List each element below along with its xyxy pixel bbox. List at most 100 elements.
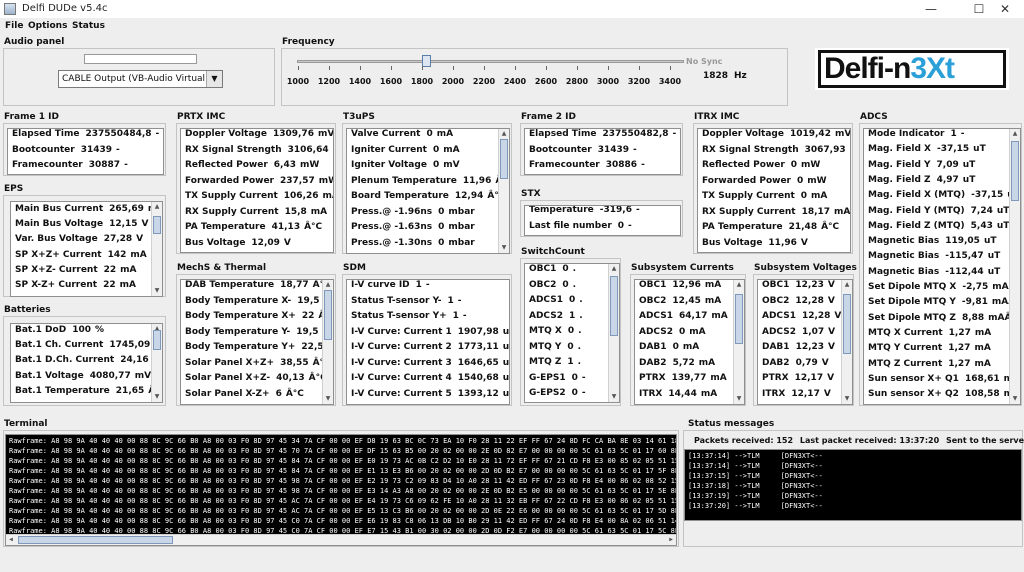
scrollbar-thumb[interactable]	[153, 330, 161, 350]
item-unit: uT	[973, 144, 986, 155]
scroll-down-icon[interactable]: ▼	[609, 392, 619, 402]
batteries-list[interactable]: Bat.1 DoD100%Bat.1 Ch. Current1745,09mAB…	[10, 323, 163, 403]
scroll-down-icon[interactable]: ▼	[152, 392, 162, 402]
mechs-scrollbar[interactable]: ▲ ▼	[322, 280, 333, 404]
list-item: Bootcounter 31439-	[12, 145, 120, 159]
scroll-down-icon[interactable]: ▼	[499, 243, 509, 253]
list-item: Mag. Field X (MTQ)-37,15uT	[868, 190, 1020, 204]
adcs-title: ADCS	[860, 112, 888, 122]
terminal-horizontal-scrollbar[interactable]: ◀ ▶	[6, 534, 676, 545]
itrx-list[interactable]: Doppler Voltage 1019,42 mV RX Signal Streng…	[697, 128, 851, 253]
switchcount-list[interactable]: OBC1 0. OBC2 0. ADCS1 0. ADCS2 1. MTQ X 0. MTQ Y 0.…	[524, 263, 620, 403]
adcs-list[interactable]: Mode Indicator 1- Mag. Field X -37,15 uT Mag.…	[863, 128, 1021, 405]
subvoltages-scrollbar[interactable]: ▲ ▼	[841, 280, 852, 404]
menu-file[interactable]: File	[5, 21, 23, 31]
scrollbar-thumb[interactable]	[153, 216, 161, 234]
item-unit: mbar	[448, 222, 475, 232]
scroll-up-icon[interactable]: ▲	[842, 280, 852, 290]
item-value: 108,58	[964, 389, 1000, 400]
close-button[interactable]: ✕	[984, 0, 1024, 18]
scroll-up-icon[interactable]: ▲	[1010, 129, 1020, 139]
t3ups-scrollbar[interactable]: ▲ ▼	[498, 129, 509, 253]
t3ups-title: T3uPS	[343, 112, 375, 122]
item-label: Bus Voltage	[702, 237, 763, 248]
scroll-right-icon[interactable]: ▶	[666, 535, 676, 545]
adcs-scrollbar[interactable]: ▲ ▼	[1009, 129, 1020, 404]
item-value: 0	[562, 264, 569, 274]
audio-device-select[interactable]: CABLE Output (VB-Audio Virtual ▼	[58, 70, 223, 88]
sdm-list[interactable]: I-V curve ID 1- Status T-sensor Y- 1- Status…	[346, 279, 510, 405]
item-unit: mA	[704, 295, 722, 306]
item-value: 0	[432, 144, 440, 155]
item-label: PA Temperature	[702, 222, 783, 232]
scrollbar-thumb[interactable]	[843, 294, 851, 354]
prtx-list[interactable]: Doppler Voltage 1309,76 mV RX Signal Streng…	[180, 128, 334, 253]
scroll-up-icon[interactable]: ▲	[152, 202, 162, 212]
subcurrents-scrollbar[interactable]: ▲ ▼	[733, 280, 744, 404]
scroll-left-icon[interactable]: ◀	[6, 535, 16, 545]
item-label: Igniter Voltage	[351, 160, 427, 170]
switchcount-scrollbar[interactable]: ▲ ▼	[608, 264, 619, 402]
eps-list[interactable]: Main Bus Current 265,69 mA Main Bus Voltage…	[10, 201, 163, 297]
frame1-panel: Frame 1 ID Elapsed Time 237550484,8- Bootco…	[3, 112, 166, 176]
scroll-down-icon[interactable]: ▼	[1010, 394, 1020, 404]
frequency-slider-track[interactable]	[297, 60, 684, 63]
menu-status[interactable]: Status	[72, 21, 105, 31]
item-unit: %	[94, 325, 105, 335]
list-item: Reflected Power 0 mW	[702, 160, 820, 174]
scrollbar-thumb[interactable]	[18, 536, 173, 544]
item-label: Body Temperature Y-	[185, 326, 291, 337]
minimize-button[interactable]: —	[910, 0, 952, 18]
list-item: Reflected Power 6,43 mW	[185, 160, 319, 174]
item-unit: -	[425, 280, 430, 290]
item-value: 1	[452, 311, 459, 321]
scrollbar-thumb[interactable]	[735, 294, 743, 344]
frame2-list[interactable]: Elapsed Time 237550482,8- Bootcounter 31439…	[524, 128, 681, 175]
status-panel: Status messages Packets received: 152 La…	[683, 419, 1024, 547]
item-value: 1,07	[801, 326, 825, 337]
frame1-list[interactable]: Elapsed Time 237550484,8- Bootcounter 31439…	[7, 128, 164, 175]
scroll-down-icon[interactable]: ▼	[323, 394, 333, 404]
scrollbar-thumb[interactable]	[324, 290, 332, 340]
item-unit: mV	[834, 129, 851, 139]
scroll-up-icon[interactable]: ▲	[499, 129, 509, 139]
item-label: Solar Panel X+Z+	[185, 357, 275, 368]
item-value: 14,44	[668, 388, 697, 399]
item-value: 6	[275, 388, 282, 399]
stx-list[interactable]: Temperature -319,6- Last file number 0-	[524, 205, 681, 236]
scrollbar-thumb[interactable]	[610, 276, 618, 336]
mechs-list[interactable]: DAB Temperature 18,77 Â°C Body Temperature …	[180, 279, 334, 405]
scrollbar-thumb[interactable]	[500, 139, 508, 179]
scrollbar-thumb[interactable]	[1011, 141, 1019, 201]
scroll-down-icon[interactable]: ▼	[842, 394, 852, 404]
item-value: 64,17	[678, 311, 708, 321]
item-label: I-V Curve: Current 5	[351, 388, 452, 399]
last-packet-value: 13:37:20	[899, 436, 940, 445]
terminal-output[interactable]: Rawframe: A8 98 9A 40 40 40 00 88 8C 9C …	[5, 434, 677, 546]
scroll-up-icon[interactable]: ▲	[323, 280, 333, 290]
scroll-down-icon[interactable]: ▼	[152, 286, 162, 296]
subvoltages-list[interactable]: OBC1 12,23 V OBC2 12,28 V ADCS1 12,28 V ADCS2 1,07…	[757, 279, 853, 405]
scroll-down-icon[interactable]: ▼	[734, 394, 744, 404]
item-unit: uT	[962, 174, 976, 185]
item-unit: .	[577, 357, 582, 367]
status-log[interactable]: [13:37:14] -->TLM [DFN3XT<-- [13:37:14] -…	[684, 449, 1022, 521]
switchcount-title: SwitchCount	[521, 247, 585, 257]
item-value: -112,44	[945, 266, 984, 277]
item-value: 0	[438, 206, 445, 217]
scroll-up-icon[interactable]: ▲	[609, 264, 619, 274]
list-item: Bat.1 D.Ch. Current24,16mA	[15, 355, 162, 369]
t3ups-list[interactable]: Valve Current 0 mA Igniter Current 0 mA Ignite…	[346, 128, 510, 254]
batteries-scrollbar[interactable]: ▲ ▼	[151, 324, 162, 402]
item-label: Framecounter	[529, 160, 600, 170]
chevron-down-icon[interactable]: ▼	[206, 71, 222, 87]
item-unit: -	[635, 205, 640, 215]
subcurrents-list[interactable]: OBC1 12,96 mA OBC2 12,45 mA ADCS1 64,17 mA ADCS2 0…	[634, 279, 745, 405]
batteries-title: Batteries	[4, 305, 51, 315]
frequency-slider-thumb[interactable]	[422, 55, 432, 67]
eps-scrollbar[interactable]: ▲ ▼	[151, 202, 162, 296]
scroll-up-icon[interactable]: ▲	[734, 280, 744, 290]
item-value: 1646,65	[457, 357, 499, 368]
menu-options[interactable]: Options	[28, 21, 67, 31]
item-value: 12,23	[795, 280, 824, 290]
